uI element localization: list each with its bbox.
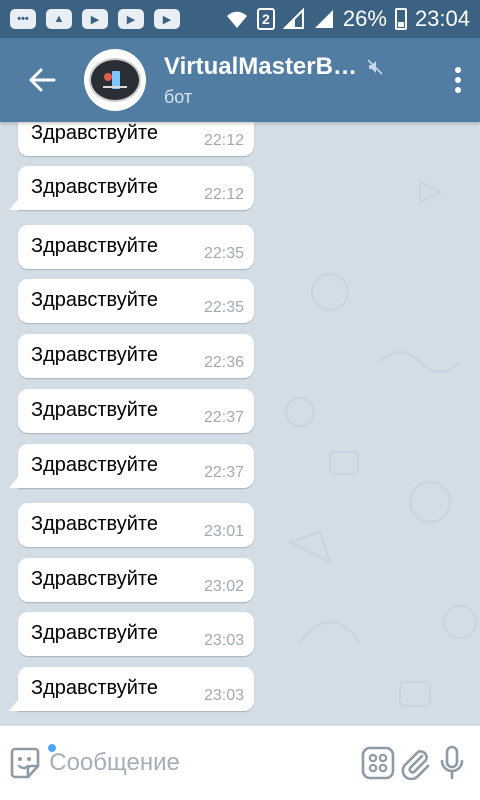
message-time: 22:36 [203,354,244,371]
signal-icon [282,8,304,29]
arrow-left-icon [29,68,56,92]
battery-percent: 26% [342,6,387,31]
messages-notification-icon: ••• [10,9,36,29]
voice-record-button[interactable] [433,726,470,800]
keyboard-grid-icon [361,746,394,780]
message-bubble[interactable]: Здравствуйте 22:37 [9,444,254,488]
message-text: Здравствуйте [31,677,158,699]
message-text: Здравствуйте [31,513,158,535]
attach-button[interactable] [396,726,433,800]
message-input[interactable] [49,749,360,777]
chat-title: VirtualMasterB… [164,52,357,80]
message-bubble[interactable]: Здравствуйте 22:35 [18,225,254,269]
message-bubble[interactable]: Здравствуйте 22:12 [9,166,254,210]
message-bubble[interactable]: Здравствуйте 22:12 [18,122,254,156]
youtube-notification-icon-2: ▶ [118,9,144,29]
more-menu-button[interactable] [436,38,480,122]
bot-logo [89,58,141,102]
message-text: Здравствуйте [31,399,158,421]
paperclip-icon [401,750,429,780]
message-text: Здравствуйте [31,568,158,590]
message-time: 22:12 [203,132,244,149]
bot-keyboard-button[interactable] [359,726,396,800]
message-text: Здравствуйте [31,176,158,198]
message-bubble[interactable]: Здравствуйте 22:35 [18,279,254,323]
sim-slot-indicator: 2 [256,8,275,30]
message-time: 22:12 [203,186,244,203]
message-time: 22:35 [203,299,244,316]
more-vertical-icon [455,67,461,93]
message-text: Здравствуйте [31,122,158,144]
sticker-button[interactable] [0,726,58,800]
message-time: 23:02 [203,578,244,595]
new-stickers-badge [46,741,58,754]
message-bubble[interactable]: Здравствуйте 22:37 [18,389,254,433]
battery-icon [394,8,407,30]
microphone-icon [440,745,463,780]
message-bubble[interactable]: Здравствуйте 23:03 [9,667,254,711]
message-time: 23:03 [203,632,244,649]
back-button[interactable] [0,38,84,122]
message-text: Здравствуйте [31,622,158,644]
clock: 23:04 [414,6,470,31]
status-bar: ••• ▲ ▶ ▶ ▶ 2 26% 23:04 [0,0,480,38]
chat-subtitle: бот [164,86,193,107]
message-bubble[interactable]: Здравствуйте 23:01 [18,503,254,547]
message-text: Здравствуйте [31,454,158,476]
youtube-notification-icon: ▶ [82,9,108,29]
wifi-icon [226,11,247,28]
message-time: 23:03 [203,687,244,704]
message-time: 22:37 [203,464,244,481]
chat-avatar[interactable] [84,49,146,111]
youtube-notification-icon-3: ▶ [154,9,180,29]
message-time: 22:37 [203,409,244,426]
sticker-icon [10,747,39,779]
message-bubble[interactable]: Здравствуйте 22:36 [18,334,254,378]
system-icons: 2 26% 23:04 [225,6,470,32]
notification-icons: ••• ▲ ▶ ▶ ▶ [10,9,180,29]
message-text: Здравствуйте [31,289,158,311]
message-text: Здравствуйте [31,235,158,257]
image-notification-icon: ▲ [46,9,72,29]
signal-icon-2 [314,10,333,28]
message-text: Здравствуйте [31,344,158,366]
message-list[interactable]: Здравствуйте 22:12 Здравствуйте 22:12 Зд… [0,122,480,725]
message-bubble[interactable]: Здравствуйте 23:03 [18,612,254,656]
muted-icon [367,58,383,75]
compose-bar [0,725,480,800]
message-time: 22:35 [203,245,244,262]
chat-header: VirtualMasterB… бот [0,38,480,122]
message-time: 23:01 [203,523,244,540]
chat-title-block[interactable]: VirtualMasterB… бот [164,53,436,108]
message-bubble[interactable]: Здравствуйте 23:02 [18,558,254,602]
